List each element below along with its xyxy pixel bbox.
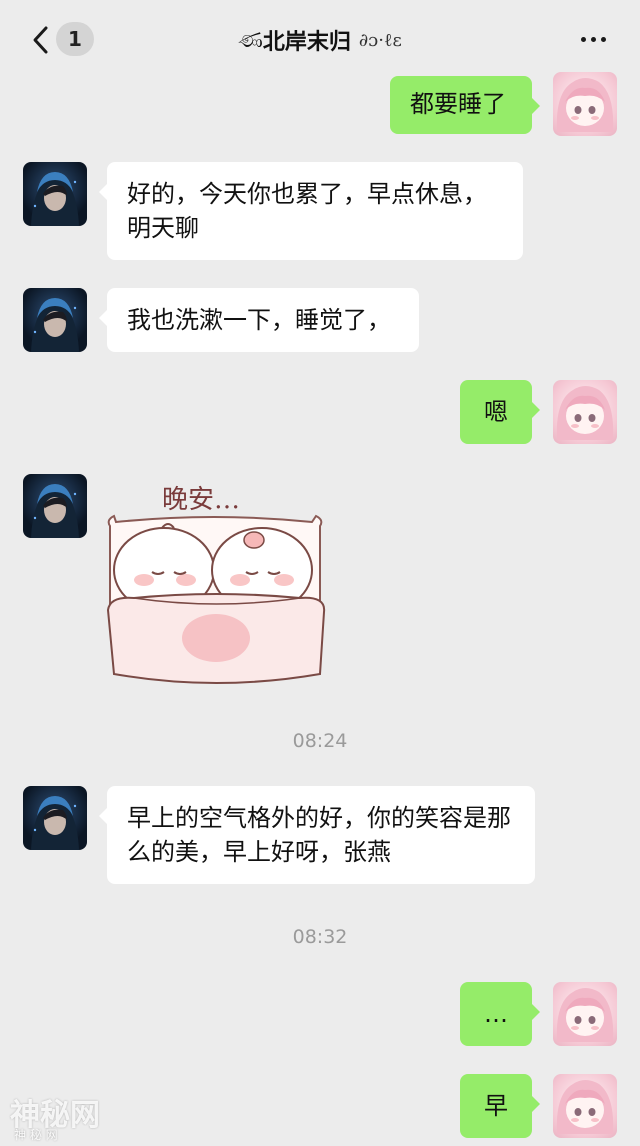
avatar-contact[interactable] (23, 786, 87, 850)
sticker-caption: 晚安… (162, 485, 240, 515)
avatar-self[interactable] (553, 982, 617, 1046)
avatar-self[interactable] (553, 1074, 617, 1138)
message-bubble-contact[interactable]: 早上的空气格外的好，你的笑容是那么的美，早上好呀，张燕 (99, 786, 535, 884)
watermark-sub: 神 秘 网 (14, 1128, 58, 1142)
title-suffix: ∂ɔ·ℓɛ (358, 29, 402, 51)
chevron-left-icon (33, 26, 48, 54)
sleeping-buns-sticker-icon: 晚安… (106, 485, 326, 684)
more-options-button[interactable] (576, 26, 610, 52)
contact-name: 北岸末归 (262, 30, 351, 55)
boy-avatar-icon (31, 796, 79, 850)
avatar-self[interactable] (553, 72, 617, 136)
chat-header: 1 ණ 北岸末归 ∂ɔ·ℓɛ (0, 0, 640, 78)
girl-avatar-icon (556, 1080, 614, 1134)
girl-avatar-icon (556, 78, 614, 132)
boy-avatar-icon (31, 172, 79, 226)
message-bubble-contact[interactable]: 好的，今天你也累了，早点休息，明天聊 (99, 162, 523, 260)
avatar-contact[interactable] (23, 162, 87, 226)
girl-avatar-icon (556, 988, 614, 1042)
more-dot-icon (590, 36, 596, 42)
unread-count-badge[interactable]: 1 (56, 22, 94, 56)
chat-title: ණ 北岸末归 ∂ɔ·ℓɛ (150, 20, 490, 60)
back-button[interactable] (26, 20, 54, 60)
goodnight-sticker[interactable]: 晚安… (104, 478, 328, 690)
girl-avatar-icon (556, 386, 614, 440)
message-bubble-self[interactable]: 都要睡了 (390, 76, 540, 134)
message-bubble-contact[interactable]: 我也洗漱一下，睡觉了， (99, 288, 419, 352)
boy-avatar-icon (31, 298, 79, 352)
message-bubble-self[interactable]: 早 (460, 1074, 540, 1138)
boy-avatar-icon (31, 484, 79, 538)
message-bubble-self[interactable]: 嗯 (460, 380, 540, 444)
message-bubble-self[interactable]: … (460, 982, 540, 1046)
avatar-contact[interactable] (23, 474, 87, 538)
avatar-contact[interactable] (23, 288, 87, 352)
more-dot-icon (580, 36, 586, 42)
more-dot-icon (600, 36, 606, 42)
title-prefix: ණ (238, 27, 263, 53)
message-timestamp: 08:32 (292, 926, 348, 948)
avatar-self[interactable] (553, 380, 617, 444)
message-timestamp: 08:24 (292, 730, 348, 752)
